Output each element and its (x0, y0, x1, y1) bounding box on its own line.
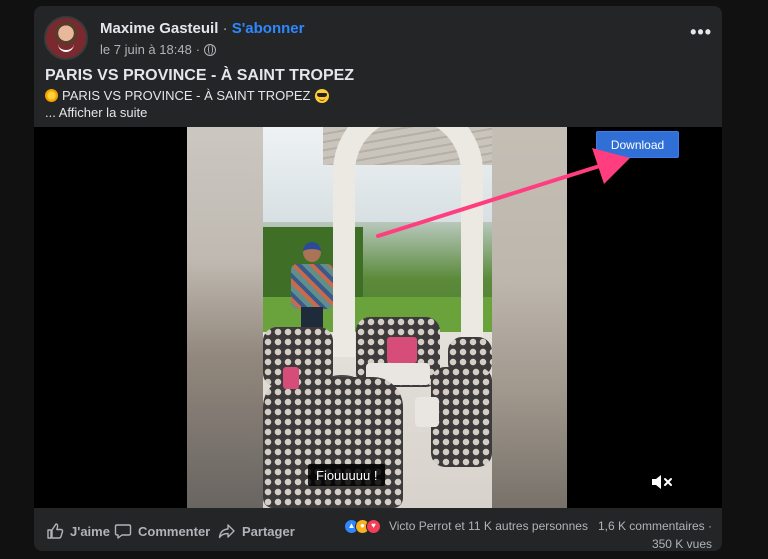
sun-emoji-icon (45, 89, 58, 102)
video-blur-right (491, 127, 567, 508)
follow-link[interactable]: S'abonner (232, 20, 305, 37)
person-shirt (291, 264, 333, 309)
pink-cushion (283, 367, 299, 389)
post-title: PARIS VS PROVINCE - À SAINT TROPEZ (45, 67, 355, 84)
sunglasses-emoji-icon (314, 88, 329, 103)
share-icon (218, 524, 235, 539)
mute-icon[interactable] (650, 472, 676, 492)
comment-label: Commenter (138, 523, 211, 539)
post-description: PARIS VS PROVINCE - À SAINT TROPEZ (45, 88, 329, 103)
chair-right (431, 367, 492, 467)
video-subtitle: Fiouuuuu ! (308, 464, 386, 486)
comments-count[interactable]: 1,6 K commentaires · (598, 517, 712, 535)
author-name[interactable]: Maxime Gasteuil (100, 20, 218, 37)
pink-cushion (387, 337, 417, 363)
white-cushion (415, 397, 439, 427)
separator-dot: · (195, 42, 201, 57)
love-reaction-icon: ♥ (365, 518, 381, 534)
video-frame (263, 127, 492, 508)
video-blur-left (187, 127, 265, 508)
download-button[interactable]: Download (596, 131, 679, 158)
comment-icon (114, 524, 132, 539)
avatar[interactable] (44, 16, 88, 60)
share-label: Partager (242, 523, 295, 539)
like-icon (47, 523, 64, 539)
more-icon[interactable]: ••• (690, 22, 712, 43)
reactions-summary[interactable]: ▲ ● ♥ (343, 518, 381, 534)
share-button[interactable]: Partager (218, 522, 295, 540)
separator: · (222, 20, 228, 37)
post-stats: ▲ ● ♥ Victo Perrot et 11 K autres person… (343, 517, 712, 551)
globe-icon (204, 43, 217, 56)
post-date-line: le 7 juin à 18:48 · (100, 42, 217, 57)
views-count: 350 K vues (651, 537, 712, 551)
like-label: J'aime (70, 523, 110, 539)
chair-front (263, 377, 403, 508)
person-head (303, 242, 321, 262)
post-footer: J'aime Commenter Partager ▲ ● ♥ Victo Pe… (34, 514, 722, 551)
author-line: Maxime Gasteuil · S'abonner (100, 20, 304, 37)
post-header: Maxime Gasteuil · S'abonner le 7 juin à … (44, 16, 712, 60)
like-button[interactable]: J'aime (46, 522, 110, 540)
reactions-text[interactable]: Victo Perrot et 11 K autres personnes (389, 517, 588, 535)
post-date[interactable]: le 7 juin à 18:48 (100, 42, 192, 57)
comment-button[interactable]: Commenter (114, 522, 210, 540)
video-player[interactable] (34, 127, 722, 508)
stats-row-top: ▲ ● ♥ Victo Perrot et 11 K autres person… (343, 517, 712, 535)
see-more-link[interactable]: ... Afficher la suite (45, 105, 147, 120)
description-text: PARIS VS PROVINCE - À SAINT TROPEZ (62, 88, 311, 103)
